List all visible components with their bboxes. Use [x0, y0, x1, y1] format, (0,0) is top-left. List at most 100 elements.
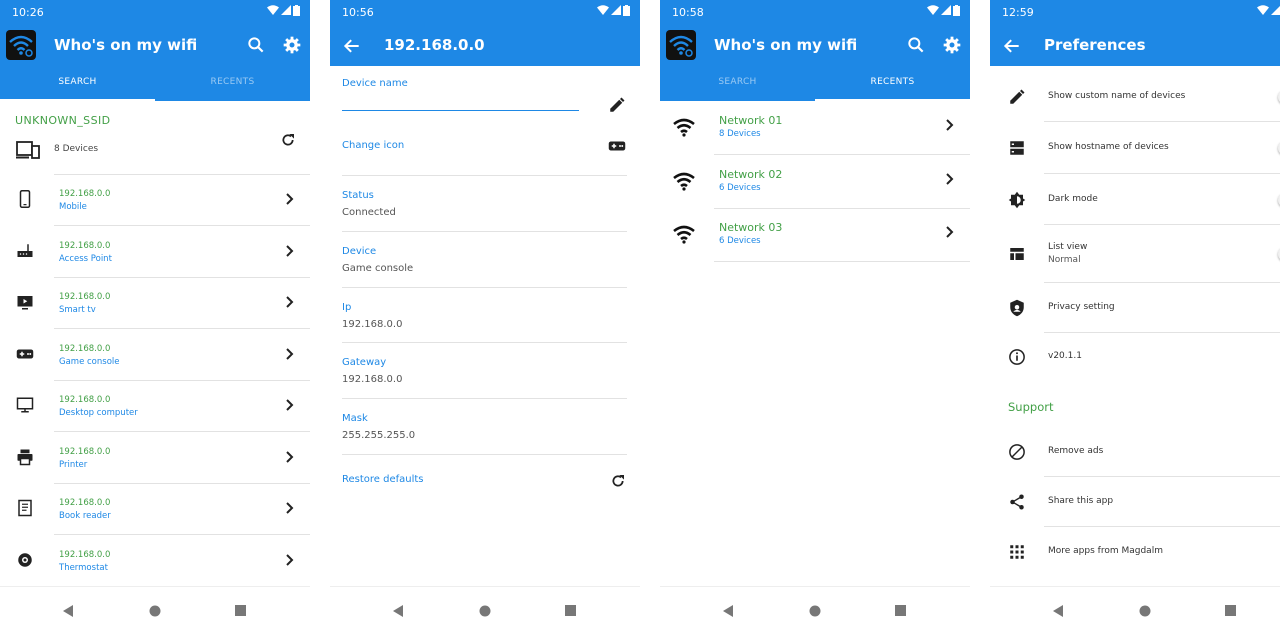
- divider: [714, 261, 970, 262]
- nav-recents-icon[interactable]: [565, 605, 576, 616]
- gateway-field: Gateway 192.168.0.0: [342, 357, 627, 385]
- edit-pencil-icon[interactable]: [608, 96, 626, 114]
- ssid-label: UNKNOWN_SSID: [15, 114, 111, 127]
- device-row[interactable]: 192.168.0.0 Mobile: [0, 175, 310, 226]
- chevron-right-icon[interactable]: [285, 450, 294, 463]
- device-row[interactable]: 192.168.0.0 Access Point: [0, 227, 310, 278]
- mask-value: 255.255.255.0: [342, 430, 416, 441]
- preference-label: v20.1.1: [1048, 351, 1082, 361]
- chevron-right-icon[interactable]: [285, 502, 294, 514]
- nav-back-icon[interactable]: [393, 605, 403, 617]
- devices-icon: [16, 141, 40, 159]
- wifi-status-icon: [267, 5, 279, 15]
- signal-icon: [1271, 6, 1280, 15]
- gateway-label: Gateway: [342, 357, 387, 368]
- nav-recents-icon[interactable]: [895, 605, 906, 616]
- support-label: Share this app: [1048, 496, 1114, 506]
- search-icon[interactable]: [906, 35, 926, 55]
- status-time: 12:59: [1002, 6, 1034, 19]
- device-type: Thermostat: [59, 562, 108, 573]
- divider: [342, 175, 627, 176]
- chevron-right-icon[interactable]: [285, 553, 294, 566]
- support-row[interactable]: Share this app: [990, 477, 1280, 527]
- refresh-icon[interactable]: [610, 473, 626, 489]
- ip-value: 192.168.0.0: [342, 319, 403, 330]
- chevron-right-icon[interactable]: [945, 119, 954, 131]
- device-row[interactable]: 192.168.0.0 Game console: [0, 330, 310, 381]
- preference-row[interactable]: List view Normal: [990, 225, 1280, 283]
- support-row[interactable]: More apps from Magdalm: [990, 527, 1280, 577]
- network-name: Network 01: [719, 114, 783, 127]
- chevron-right-icon[interactable]: [945, 172, 954, 185]
- info-icon: [1009, 349, 1025, 365]
- back-arrow-icon[interactable]: [1002, 36, 1022, 56]
- status-label: Status: [342, 190, 374, 201]
- chevron-right-icon[interactable]: [945, 226, 954, 238]
- preference-label: Privacy setting: [1048, 302, 1115, 312]
- preference-row: v20.1.1: [990, 333, 1280, 381]
- preference-row[interactable]: Show hostname of devices: [990, 122, 1280, 174]
- device-row[interactable]: 192.168.0.0 Smart tv: [0, 278, 310, 329]
- refresh-icon[interactable]: [280, 132, 296, 148]
- restore-defaults-button[interactable]: Restore defaults: [342, 474, 424, 485]
- nav-home-icon[interactable]: [1139, 605, 1151, 617]
- tab-search[interactable]: SEARCH: [660, 66, 815, 101]
- preference-label: Show custom name of devices: [1048, 90, 1186, 101]
- device-ip: 192.168.0.0: [59, 189, 111, 199]
- support-row[interactable]: Remove ads: [990, 427, 1280, 477]
- preference-row[interactable]: Privacy setting: [990, 283, 1280, 333]
- network-row[interactable]: Network 02 6 Devices: [660, 155, 970, 209]
- chevron-right-icon[interactable]: [285, 296, 294, 308]
- back-arrow-icon[interactable]: [342, 36, 362, 56]
- device-row[interactable]: 192.168.0.0 Thermostat: [0, 536, 310, 587]
- settings-gear-icon[interactable]: [282, 35, 302, 55]
- tab-search[interactable]: SEARCH: [0, 66, 155, 101]
- nav-home-icon[interactable]: [149, 605, 161, 617]
- network-row[interactable]: Network 03 6 Devices: [660, 208, 970, 262]
- pencil-icon: [1010, 89, 1025, 104]
- nav-recents-icon[interactable]: [1225, 605, 1236, 616]
- book-icon: [18, 499, 32, 517]
- network-row[interactable]: Network 01 8 Devices: [660, 101, 970, 155]
- device-row[interactable]: 192.168.0.0 Printer: [0, 433, 310, 484]
- chevron-right-icon[interactable]: [285, 399, 294, 411]
- support-heading: Support: [1008, 400, 1054, 414]
- preference-row[interactable]: Dark mode: [990, 174, 1280, 225]
- device-ip: 192.168.0.0: [59, 498, 111, 508]
- device-count: 8 Devices: [54, 144, 99, 154]
- tab-recents[interactable]: RECENTS: [815, 66, 970, 101]
- chevron-right-icon[interactable]: [285, 193, 294, 205]
- status-field: Status Connected: [342, 190, 627, 218]
- search-icon[interactable]: [246, 35, 266, 55]
- preference-row[interactable]: Show custom name of devices: [990, 71, 1280, 122]
- divider: [342, 342, 627, 343]
- mask-label: Mask: [342, 413, 368, 424]
- nav-back-icon[interactable]: [723, 605, 733, 617]
- status-value: Connected: [342, 207, 396, 218]
- preference-label: List view: [1048, 242, 1088, 252]
- nav-back-icon[interactable]: [1053, 605, 1063, 617]
- chevron-right-icon[interactable]: [285, 244, 294, 257]
- device-type: Printer: [59, 459, 88, 470]
- settings-gear-icon[interactable]: [942, 35, 962, 55]
- device-type: Smart tv: [59, 305, 96, 315]
- change-icon-button[interactable]: Change icon: [342, 140, 404, 151]
- device-row[interactable]: 192.168.0.0 Desktop computer: [0, 381, 310, 432]
- status-bar: 10:56: [330, 0, 640, 26]
- nav-recents-icon[interactable]: [235, 605, 246, 616]
- nav-home-icon[interactable]: [809, 605, 821, 617]
- nav-back-icon[interactable]: [63, 605, 73, 617]
- app-logo: [666, 30, 696, 60]
- nav-home-icon[interactable]: [479, 605, 491, 617]
- chevron-right-icon[interactable]: [285, 347, 294, 360]
- printer-icon: [17, 449, 33, 465]
- gamepad-icon: [16, 349, 34, 358]
- device-ip: 192.168.0.0: [59, 292, 111, 302]
- device-name-input[interactable]: [342, 89, 579, 111]
- device-row[interactable]: 192.168.0.0 Book reader: [0, 484, 310, 535]
- device-name-field[interactable]: Device name: [342, 78, 627, 111]
- brightness-icon: [1008, 191, 1026, 208]
- wifi-logo-icon: [9, 35, 33, 57]
- network-name: Network 02: [719, 167, 783, 181]
- tab-recents[interactable]: RECENTS: [155, 66, 310, 101]
